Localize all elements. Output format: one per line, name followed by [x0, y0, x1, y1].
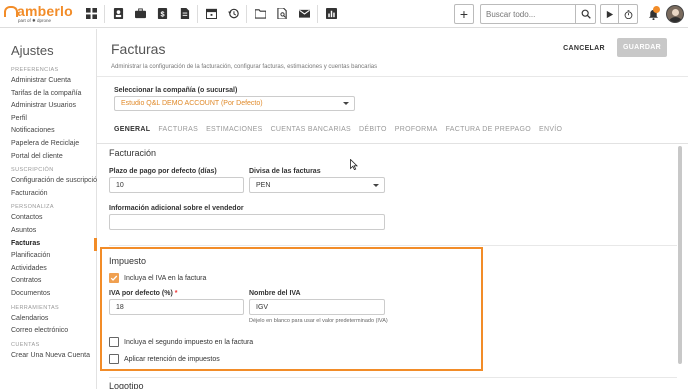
stopwatch-button[interactable] [619, 4, 638, 24]
sidebar-item[interactable]: Correo electrónico [0, 325, 96, 338]
section-divider [109, 377, 677, 378]
brand-name: amberlo [17, 2, 73, 19]
vertical-scrollbar[interactable] [678, 146, 682, 364]
global-search-input[interactable] [480, 4, 576, 24]
sidebar-item[interactable]: Planificación [0, 250, 96, 263]
divisa-select-value: PEN [256, 182, 271, 189]
sidebar-menu: PREFERENCIAS Administrar Cuenta Tarifas de… [0, 66, 101, 363]
sidebar-section-label: PREFERENCIAS [11, 67, 59, 73]
document-icon[interactable] [173, 0, 195, 28]
sidebar-item[interactable]: Crear Una Nueva Cuenta [0, 350, 96, 363]
sidebar-item[interactable]: Contactos [0, 212, 96, 225]
search-icon [581, 9, 591, 19]
topbar-right: + [454, 0, 688, 28]
main-content: Facturas Administrar la configuración de… [97, 29, 688, 389]
sidebar-item[interactable]: Administrar Cuenta [0, 75, 96, 88]
history-icon[interactable] [222, 0, 244, 28]
info-vendedor-label: Información adicional sobre el vendedor [109, 205, 244, 212]
file-search-icon[interactable] [271, 0, 293, 28]
sidebar-item[interactable]: Calendarios [0, 313, 96, 326]
page-subtitle: Administrar la configuración de la factu… [111, 64, 378, 70]
invoice-dollar-icon[interactable]: $ [151, 0, 173, 28]
divisa-label: Divisa de las facturas [249, 168, 321, 175]
divisa-select[interactable]: PEN [249, 177, 385, 193]
company-select-value: Estudio Q&L DEMO ACCOUNT (Por Defecto) [121, 100, 263, 107]
impuesto-highlight-frame [100, 247, 483, 371]
sidebar-item[interactable]: Papelera de Reciclaje [0, 138, 96, 151]
notification-badge [653, 6, 660, 13]
amberlo-logo[interactable]: amberlo part of ✹ dprone [0, 0, 78, 28]
sidebar-item[interactable]: Perfil [0, 113, 96, 126]
sidebar-section-label: CUENTAS [11, 341, 40, 348]
save-button[interactable]: GUARDAR [617, 38, 667, 57]
apps-grid-icon[interactable] [80, 0, 102, 28]
sidebar-item[interactable]: Configuración de suscripción [0, 175, 101, 188]
toolbar-divider [197, 4, 198, 23]
info-vendedor-input[interactable] [109, 214, 385, 230]
briefcase-icon[interactable] [129, 0, 151, 28]
sidebar-item[interactable]: Facturación [0, 188, 96, 201]
sidebar-item[interactable]: Notificaciones [0, 125, 96, 138]
settings-tabs: GENERAL FACTURAS ESTIMACIONES CUENTAS BANCA… [114, 126, 570, 145]
search-button[interactable] [576, 4, 596, 24]
tab-item[interactable]: CUENTAS BANCARIAS [271, 126, 351, 140]
mouse-cursor-icon [350, 159, 358, 170]
user-avatar[interactable] [666, 5, 684, 23]
svg-text:$: $ [160, 10, 164, 19]
toolbar-divider [317, 4, 318, 23]
tab-item[interactable]: GENERAL [114, 126, 151, 145]
tab-item[interactable]: ESTIMACIONES [206, 126, 263, 140]
tab-item[interactable]: FACTURAS [158, 126, 198, 140]
calendar-icon[interactable] [200, 0, 222, 28]
section-divider [109, 245, 677, 246]
sidebar-section-label: PERSONALIZA [11, 204, 54, 211]
chevron-down-icon [373, 184, 379, 187]
sidebar-title: Ajustes [11, 43, 54, 58]
company-select[interactable]: Estudio Q&L DEMO ACCOUNT (Por Defecto) [114, 96, 355, 111]
amberlo-logo-mark-icon [4, 5, 18, 17]
sidebar-item[interactable]: Asuntos [0, 225, 96, 238]
toolbar-divider [246, 4, 247, 23]
toolbar-divider [104, 4, 105, 23]
cancel-button[interactable]: CANCELAR [560, 39, 608, 57]
notifications-button[interactable] [642, 0, 664, 28]
sidebar-item[interactable]: Contratos [0, 275, 96, 288]
tab-item[interactable]: FACTURA DE PREPAGO [446, 126, 531, 140]
sidebar-item[interactable]: Tarifas de la compañía [0, 88, 96, 101]
tab-item[interactable]: ENVÍO [539, 126, 562, 140]
header-divider [97, 76, 688, 77]
brand-tagline: part of ✹ dprone [18, 17, 52, 23]
folder-icon[interactable] [249, 0, 271, 28]
play-icon [606, 10, 614, 18]
settings-sidebar: Ajustes PREFERENCIAS Administrar Cuenta Ta… [0, 29, 101, 389]
sidebar-section-label: SUSCRIPCIÓN [11, 167, 54, 174]
sidebar-item[interactable]: Facturas [0, 237, 97, 251]
sidebar-item[interactable]: Actividades [0, 263, 96, 276]
bar-chart-icon[interactable] [320, 0, 342, 28]
sidebar-section-label: HERRAMIENTAS [11, 304, 60, 311]
plazo-pago-label: Plazo de pago por defecto (días) [109, 168, 217, 175]
chevron-down-icon [343, 102, 349, 105]
stopwatch-icon [624, 9, 632, 19]
mail-icon[interactable] [293, 0, 315, 28]
tab-item[interactable]: PROFORMA [395, 126, 438, 140]
play-timer-button[interactable] [600, 4, 619, 24]
logotipo-section-title: Logotipo [109, 381, 144, 389]
top-bar: amberlo part of ✹ dprone $ + [0, 0, 688, 28]
facturacion-section-title: Facturación [109, 148, 157, 158]
plazo-pago-input[interactable]: 10 [109, 177, 244, 193]
contacts-card-icon[interactable] [107, 0, 129, 28]
module-icons: $ [80, 0, 342, 28]
tab-item[interactable]: DÉBITO [359, 126, 387, 140]
sidebar-item[interactable]: Documentos [0, 288, 96, 301]
sidebar-item[interactable]: Portal del cliente [0, 151, 96, 164]
add-button[interactable]: + [454, 4, 474, 24]
page-title: Facturas [111, 41, 166, 57]
sidebar-item[interactable]: Administrar Usuarios [0, 100, 96, 113]
company-select-label: Seleccionar la compañía (o sucursal) [114, 87, 238, 94]
